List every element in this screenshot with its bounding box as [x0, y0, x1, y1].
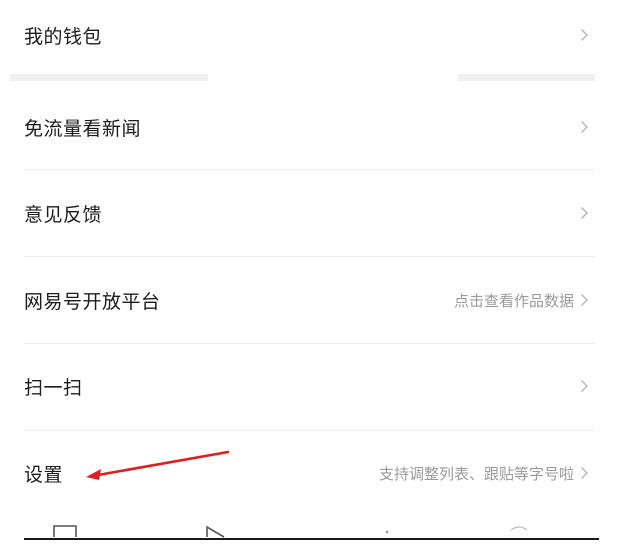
- menu-item-scan[interactable]: 扫一扫: [0, 345, 623, 427]
- menu-item-right: 点击查看作品数据: [454, 290, 589, 311]
- menu-item-right: [574, 120, 589, 134]
- menu-item-right: [574, 28, 589, 42]
- menu-item-label: 意见反馈: [24, 203, 103, 226]
- chevron-right-icon: [581, 121, 588, 133]
- tab-bar-divider: [24, 538, 599, 540]
- menu-item-label: 我的钱包: [24, 25, 103, 48]
- divider: [24, 343, 595, 344]
- menu-item-label: 扫一扫: [24, 376, 83, 399]
- menu-item-settings[interactable]: 设置 支持调整列表、跟贴等字号啦: [0, 432, 623, 514]
- menu-item-right: [574, 206, 589, 220]
- video-tab-icon[interactable]: [204, 524, 230, 538]
- menu-item-label: 免流量看新闻: [24, 117, 142, 140]
- divider: [24, 430, 595, 431]
- menu-item-right: [574, 379, 589, 393]
- menu-item-wallet[interactable]: 我的钱包: [0, 0, 623, 70]
- section-gap: [10, 74, 595, 82]
- chevron-right-icon: [581, 380, 588, 392]
- menu-item-open-platform[interactable]: 网易号开放平台 点击查看作品数据: [0, 259, 623, 341]
- chevron-right-icon: [581, 294, 588, 306]
- bottom-tab-bar: [0, 510, 623, 546]
- menu-item-label: 网易号开放平台: [24, 290, 161, 313]
- chevron-right-icon: [581, 467, 588, 479]
- profile-tab-icon[interactable]: [508, 524, 530, 538]
- menu-item-hint: 支持调整列表、跟贴等字号啦: [378, 464, 574, 483]
- chevron-right-icon: [581, 29, 588, 41]
- settings-menu-screen: 我的钱包 免流量看新闻 意见反馈 网易号开放平台 点击查看作品数据 扫一扫 设置…: [0, 0, 623, 546]
- menu-item-hint: 点击查看作品数据: [453, 291, 574, 310]
- home-tab-icon[interactable]: [52, 524, 78, 538]
- chevron-right-icon: [581, 207, 588, 219]
- menu-item-free-data-news[interactable]: 免流量看新闻: [0, 86, 623, 168]
- topic-tab-icon[interactable]: [382, 524, 392, 538]
- menu-item-label: 设置: [24, 463, 64, 486]
- divider: [24, 256, 595, 257]
- divider: [24, 169, 595, 170]
- menu-item-right: 支持调整列表、跟贴等字号啦: [379, 463, 589, 484]
- menu-item-feedback[interactable]: 意见反馈: [0, 172, 623, 254]
